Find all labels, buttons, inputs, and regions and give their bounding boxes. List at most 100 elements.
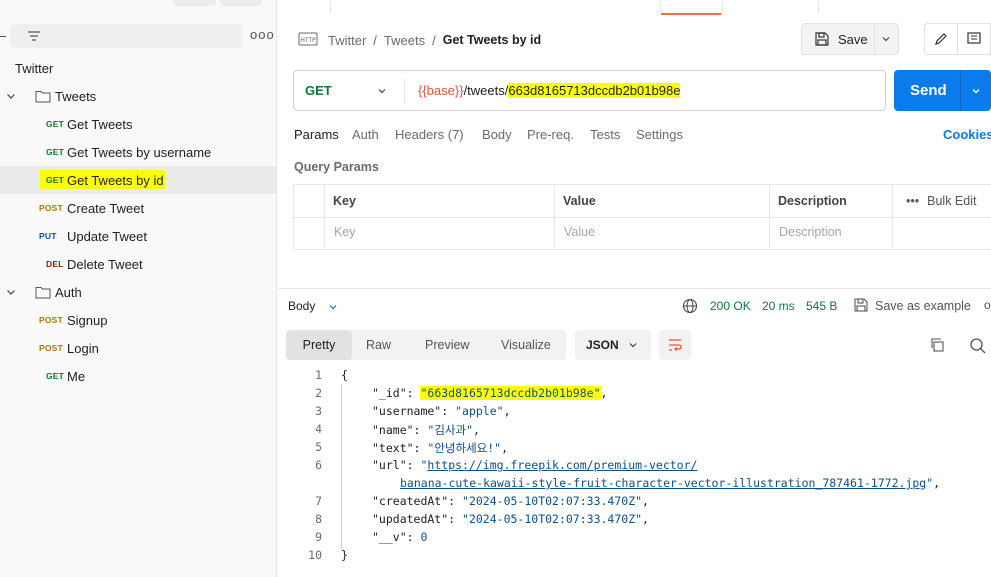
- format-select[interactable]: JSON: [575, 330, 651, 360]
- url-input[interactable]: {{base}}/tweets/663d8165713dccdb2b01b98e: [418, 83, 681, 98]
- response-size[interactable]: 545 B: [806, 299, 837, 313]
- sidebar-request[interactable]: POST Login: [0, 334, 276, 362]
- method-badge: GET: [46, 175, 65, 185]
- save-button[interactable]: Save: [802, 24, 874, 54]
- copy-icon[interactable]: [929, 337, 945, 353]
- tab-visualize[interactable]: Visualize: [489, 330, 563, 360]
- tab-raw[interactable]: Raw: [354, 330, 403, 360]
- folder-label: Auth: [55, 284, 82, 300]
- save-as-example-button[interactable]: Save as example: [875, 299, 971, 313]
- search-icon[interactable]: [969, 337, 987, 355]
- tab-auth[interactable]: Auth: [352, 127, 379, 142]
- chevron-down-icon[interactable]: [880, 33, 892, 45]
- breadcrumb-collection[interactable]: Twitter: [328, 33, 366, 48]
- json-link[interactable]: banana-cute-kawaii-style-fruit-character…: [400, 476, 926, 490]
- sidebar-filter-input[interactable]: [10, 24, 242, 48]
- line-number: 10: [308, 548, 322, 562]
- sidebar-request[interactable]: POST Signup: [0, 306, 276, 334]
- tab-pre-request[interactable]: Pre-req.: [527, 127, 574, 142]
- sidebar-folder[interactable]: Tweets: [0, 82, 276, 110]
- json-comma: ,: [503, 404, 511, 418]
- json-link[interactable]: https://img.freepik.com/premium-vector/: [427, 458, 697, 472]
- breadcrumb: HTTP Twitter / Tweets / Get Tweets by id: [298, 30, 541, 50]
- method-badge: POST: [39, 315, 63, 325]
- json-key: "createdAt": [372, 494, 449, 508]
- description-input[interactable]: Description: [779, 225, 842, 239]
- tab-separator: [660, 0, 661, 14]
- edit-button[interactable]: [924, 23, 958, 55]
- tab-params[interactable]: Params: [294, 127, 339, 142]
- comments-button[interactable]: [958, 23, 991, 55]
- sidebar-request[interactable]: GET Get Tweets: [0, 110, 276, 138]
- response-body-label[interactable]: Body: [288, 299, 315, 313]
- code-line: 1{: [278, 366, 991, 384]
- comment-icon: [967, 32, 981, 44]
- cookies-link[interactable]: Cookies: [943, 127, 991, 142]
- tab-headers[interactable]: Headers (7): [395, 127, 464, 142]
- breadcrumb-separator: /: [373, 32, 377, 48]
- json-comma: ,: [933, 476, 941, 490]
- method-badge: GET: [46, 119, 65, 129]
- url-divider: [404, 79, 405, 103]
- sidebar-request[interactable]: GET Me: [0, 362, 276, 390]
- tab-pretty[interactable]: Pretty: [286, 330, 352, 360]
- more-icon[interactable]: •••: [906, 194, 919, 208]
- chevron-down-icon[interactable]: [328, 302, 338, 312]
- sidebar-top-button-2[interactable]: [220, 0, 262, 6]
- sidebar-request[interactable]: PUT Update Tweet: [0, 222, 276, 250]
- json-comma: ,: [501, 441, 509, 455]
- sidebar-collection[interactable]: Twitter: [0, 54, 276, 82]
- request-label: Update Tweet: [67, 228, 147, 244]
- sidebar-top-button-1[interactable]: [174, 0, 216, 6]
- send-button[interactable]: Send: [894, 70, 991, 111]
- filter-icon: [28, 31, 40, 41]
- code-line: 5 "text": "안녕하세요!",: [278, 438, 991, 456]
- method-badge: POST: [39, 343, 63, 353]
- tab-body[interactable]: Body: [482, 127, 512, 142]
- tab-settings[interactable]: Settings: [636, 127, 683, 142]
- code-line: 6 "url": "https://img.freepik.com/premium…: [278, 456, 991, 474]
- collection-label: Twitter: [15, 60, 54, 76]
- tab-separator: [330, 0, 331, 14]
- json-value: "663d8165713dccdb2b01b98e": [420, 386, 601, 400]
- value-input[interactable]: Value: [564, 225, 595, 239]
- folder-label: Tweets: [55, 88, 97, 104]
- tab-tests[interactable]: Tests: [590, 127, 620, 142]
- json-value: "안녕하세요!": [427, 441, 502, 455]
- chevron-down-icon[interactable]: [5, 286, 17, 298]
- sidebar-request[interactable]: POST Create Tweet: [0, 194, 276, 222]
- pencil-icon: [935, 33, 947, 45]
- format-label: JSON: [586, 338, 619, 352]
- sidebar-request[interactable]: GET Get Tweets by id: [0, 166, 276, 194]
- url-id: 663d8165713dccdb2b01b98e: [508, 83, 681, 98]
- request-label: Signup: [67, 312, 108, 328]
- request-label: Create Tweet: [67, 200, 145, 216]
- breadcrumb-folder[interactable]: Tweets: [384, 33, 425, 48]
- status-badge[interactable]: 200 OK: [710, 299, 751, 313]
- code-line: 7 "createdAt": "2024-05-10T02:07:33.470Z"…: [278, 492, 991, 510]
- key-input[interactable]: Key: [334, 225, 356, 239]
- sidebar-more-icon[interactable]: ooo: [250, 27, 275, 42]
- globe-icon[interactable]: [682, 298, 698, 314]
- json-key: "text": [372, 441, 414, 455]
- column-header-value: Value: [563, 194, 596, 208]
- request-label: Get Tweets by id: [67, 172, 164, 188]
- json-value: "김사과": [427, 423, 473, 437]
- line-number: 6: [315, 458, 322, 472]
- json-comma: ,: [642, 494, 649, 508]
- response-time[interactable]: 20 ms: [762, 299, 795, 313]
- tab-preview[interactable]: Preview: [413, 330, 481, 360]
- sidebar-request[interactable]: DEL Delete Tweet: [0, 250, 276, 278]
- bulk-edit-button[interactable]: ••• Bulk Edit: [906, 194, 976, 208]
- save-icon: [815, 32, 829, 46]
- wrap-lines-button[interactable]: [659, 330, 691, 360]
- column-header-key: Key: [333, 194, 356, 208]
- chevron-down-icon[interactable]: [970, 85, 982, 97]
- sidebar-request[interactable]: GET Get Tweets by username: [0, 138, 276, 166]
- sidebar-folder[interactable]: Auth: [0, 278, 276, 306]
- more-icon[interactable]: ooo: [984, 298, 991, 312]
- code-line-wrapped: banana-cute-kawaii-style-fruit-character…: [278, 474, 991, 492]
- chevron-down-icon[interactable]: [376, 85, 388, 97]
- chevron-down-icon[interactable]: [5, 90, 17, 102]
- request-label: Delete Tweet: [67, 256, 143, 272]
